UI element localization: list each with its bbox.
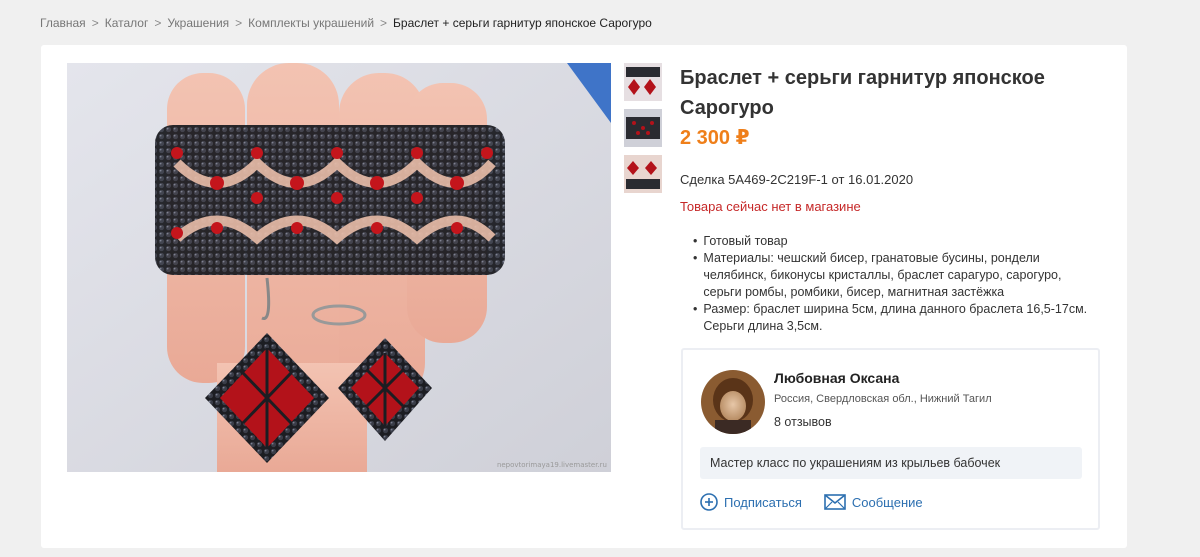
bullet: • xyxy=(693,302,698,316)
message-button[interactable]: Сообщение xyxy=(824,494,923,510)
seller-avatar[interactable] xyxy=(701,370,765,434)
breadcrumb-separator: > xyxy=(91,16,99,30)
breadcrumb-item-jewelry[interactable]: Украшения xyxy=(167,16,229,30)
photo-watermark: nepovtorimaya19.livemaster.ru xyxy=(496,461,607,469)
seller-actions: Подписаться Сообщение xyxy=(700,493,923,511)
breadcrumb-current: Браслет + серьги гарнитур японское Сарог… xyxy=(393,16,652,30)
breadcrumb: Главная > Каталог > Украшения > Комплект… xyxy=(40,16,652,30)
seller-name[interactable]: Любовная Оксана xyxy=(774,370,899,386)
product-photo-image xyxy=(67,63,611,472)
product-title: Браслет + серьги гарнитур японское Сарог… xyxy=(680,67,1045,119)
product-details-list: • Готовый товар • Материалы: чешский бис… xyxy=(693,233,1103,335)
product-card: nepovtorimaya19.livemaster.ru Браслет + … xyxy=(41,45,1127,548)
breadcrumb-separator: > xyxy=(235,16,243,30)
breadcrumb-separator: > xyxy=(380,16,388,30)
breadcrumb-separator: > xyxy=(154,16,162,30)
detail-text: Размер: браслет ширина 5см, длина данног… xyxy=(703,302,1088,333)
bullet: • xyxy=(693,251,698,265)
detail-text: Материалы: чешский бисер, гранатовые бус… xyxy=(703,251,1062,299)
thumbnail-list xyxy=(624,63,662,201)
thumbnail-2[interactable] xyxy=(624,109,662,147)
seller-master-class[interactable]: Мастер класс по украшениям из крыльев ба… xyxy=(700,447,1082,479)
envelope-icon xyxy=(824,494,846,510)
detail-item: • Материалы: чешский бисер, гранатовые б… xyxy=(693,250,1103,301)
detail-item: • Размер: браслет ширина 5см, длина данн… xyxy=(693,301,1103,335)
message-label: Сообщение xyxy=(851,494,923,510)
breadcrumb-item-jewelry-sets[interactable]: Комплекты украшений xyxy=(248,16,374,30)
subscribe-label: Подписаться xyxy=(724,494,802,510)
thumbnail-1[interactable] xyxy=(624,63,662,101)
bullet: • xyxy=(693,234,698,248)
seller-reviews[interactable]: 8 отзывов xyxy=(774,415,832,429)
product-info: Браслет + серьги гарнитур японское Сарог… xyxy=(680,63,1100,214)
product-main-photo[interactable]: nepovtorimaya19.livemaster.ru xyxy=(67,63,611,472)
thumbnail-3[interactable] xyxy=(624,155,662,193)
detail-text: Готовый товар xyxy=(703,234,788,248)
product-price: 2 300 ₽ xyxy=(680,127,750,149)
deal-info: Сделка 5A469-2C219F-1 от 16.01.2020 xyxy=(680,172,914,187)
stock-status: Товара сейчас нет в магазине xyxy=(680,199,861,214)
breadcrumb-item-home[interactable]: Главная xyxy=(40,16,86,30)
breadcrumb-item-catalog[interactable]: Каталог xyxy=(105,16,149,30)
subscribe-button[interactable]: Подписаться xyxy=(700,493,802,511)
seller-location: Россия, Свердловская обл., Нижний Тагил xyxy=(774,393,992,405)
plus-circle-icon xyxy=(700,493,718,511)
detail-item: • Готовый товар xyxy=(693,233,1103,250)
seller-card: Любовная Оксана Россия, Свердловская обл… xyxy=(681,348,1100,530)
